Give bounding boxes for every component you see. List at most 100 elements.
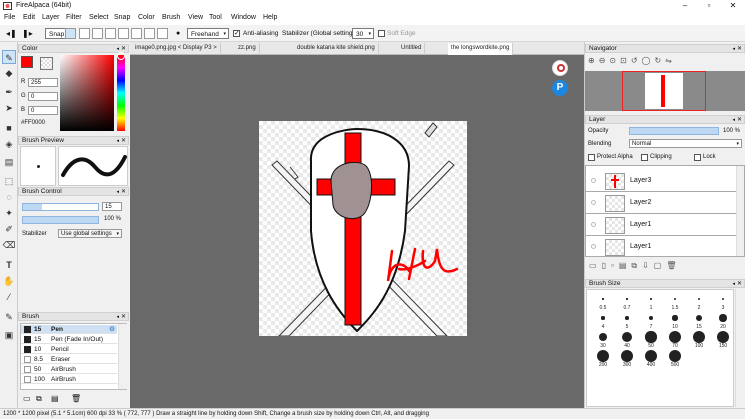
menu-snap[interactable]: Snap — [114, 14, 130, 21]
visibility-icon[interactable] — [591, 244, 596, 249]
clipping-checkbox[interactable] — [641, 154, 648, 161]
delete-brush-icon[interactable]: 🗑 — [71, 394, 81, 403]
protect-alpha-checkbox[interactable] — [588, 154, 595, 161]
brush-size-dot[interactable] — [621, 331, 633, 343]
brush-size-scrollbar[interactable] — [735, 289, 744, 407]
brush-list-item[interactable]: 50 AirBrush — [21, 365, 117, 374]
clear-layer-icon[interactable]: ▢ — [654, 261, 667, 270]
snap-vanish-icon[interactable] — [105, 28, 116, 39]
duplicate-layer-icon[interactable]: ⧉ — [631, 261, 642, 270]
brush-size-dot[interactable] — [598, 332, 608, 342]
menu-view[interactable]: View — [188, 14, 203, 21]
brush-size-dot[interactable] — [601, 316, 605, 320]
folder-icon[interactable]: ▤ — [51, 394, 59, 403]
brush-size-dot[interactable] — [626, 298, 628, 300]
add-brush-icon[interactable]: ▭ — [23, 394, 31, 403]
select-pen-icon[interactable]: ✐ — [2, 222, 16, 236]
blending-select[interactable]: Normal ▾ — [629, 139, 742, 148]
brush-size-dot[interactable] — [625, 316, 629, 320]
brush-size-slider[interactable] — [22, 203, 99, 211]
hue-slider[interactable] — [117, 55, 125, 131]
visibility-icon[interactable] — [591, 178, 596, 183]
layer-opacity-slider[interactable] — [629, 127, 719, 135]
tab-zz[interactable]: zz.png — [235, 43, 260, 55]
fit-icon[interactable]: ⊙ — [609, 56, 620, 65]
gradient-tool-icon[interactable]: ▤ — [2, 155, 16, 169]
brush-size-dot[interactable] — [721, 297, 725, 301]
gear-icon[interactable]: ⚙ — [109, 325, 115, 334]
select-tool-icon[interactable]: ⬚ — [2, 174, 16, 188]
brush-size-dot[interactable] — [621, 350, 633, 362]
menu-window[interactable]: Window — [231, 14, 256, 21]
menu-help[interactable]: Help — [263, 14, 277, 21]
brush-size-input[interactable]: 15 — [102, 202, 122, 211]
delete-layer-icon[interactable]: 🗑 — [666, 261, 681, 270]
minimize-button[interactable]: – — [673, 0, 697, 12]
saturation-value-picker[interactable] — [60, 55, 114, 131]
close-icon[interactable]: ✕ — [121, 137, 126, 145]
menu-color[interactable]: Color — [138, 14, 155, 21]
reset-icon[interactable]: ◯ — [642, 56, 655, 65]
snap-parallel-icon[interactable] — [79, 28, 90, 39]
b-input[interactable]: 0 — [28, 106, 58, 115]
brush-list-item[interactable]: 8.5 Eraser — [21, 355, 117, 364]
rectangle-tool-icon[interactable]: ■ — [2, 121, 16, 135]
tab-image0[interactable]: image0.png.jpg < Display P3 > — [132, 43, 221, 55]
view-rotate-icon[interactable]: ▣ — [2, 328, 16, 342]
close-icon[interactable]: ✕ — [737, 45, 742, 53]
close-icon[interactable]: ✕ — [121, 188, 126, 196]
brush-size-dot[interactable] — [648, 315, 654, 321]
brush-size-dot[interactable] — [645, 350, 657, 362]
brush-opacity-slider[interactable] — [22, 216, 99, 224]
layer-row[interactable]: Layer1 — [586, 215, 743, 236]
stabilizer-select[interactable]: Use global settings ▾ — [58, 229, 122, 238]
next-icon[interactable]: ❚▸ — [22, 28, 33, 39]
select-eraser-icon[interactable]: ⌫ — [2, 238, 16, 252]
new-1bit-layer-icon[interactable]: ▫ — [611, 261, 619, 270]
layer-folder-icon[interactable]: ▤ — [619, 261, 632, 270]
snap-radial-icon[interactable] — [118, 28, 129, 39]
stroke-tool-icon[interactable]: ✎ — [2, 310, 16, 324]
share-icon[interactable]: P — [552, 80, 568, 96]
magic-wand-icon[interactable]: ✦ — [2, 206, 16, 220]
menu-tool[interactable]: Tool — [209, 14, 222, 21]
brush-size-dot[interactable] — [602, 298, 604, 300]
pen-tool-icon[interactable]: ✎ — [2, 50, 16, 64]
actual-size-icon[interactable]: ⊡ — [620, 56, 631, 65]
tab-double-katana[interactable]: double katana kite shield.png — [294, 43, 379, 55]
hue-slider-handle[interactable] — [117, 52, 125, 60]
background-color-swatch[interactable] — [40, 57, 53, 70]
duplicate-brush-icon[interactable]: ⧉ — [36, 394, 42, 404]
eraser-tool-icon[interactable]: ◆ — [2, 66, 16, 80]
visibility-icon[interactable] — [591, 200, 596, 205]
g-input[interactable]: 0 — [28, 92, 58, 101]
prev-icon[interactable]: ◂❚ — [6, 28, 17, 39]
brush-size-dot[interactable] — [669, 331, 681, 343]
close-icon[interactable]: ✕ — [121, 313, 126, 321]
snap-curve-icon[interactable] — [144, 28, 155, 39]
drawing-canvas[interactable] — [259, 121, 467, 337]
zoom-out-icon[interactable]: ⊖ — [599, 56, 610, 65]
menu-filter[interactable]: Filter — [66, 14, 82, 21]
maximize-button[interactable]: ▫ — [697, 0, 721, 12]
menu-file[interactable]: File — [4, 14, 15, 21]
brush-size-dot[interactable] — [645, 331, 657, 343]
brush-list-scrollbar[interactable] — [118, 324, 127, 389]
layer-row[interactable]: Layer1 — [586, 237, 743, 256]
brush-size-grid[interactable]: 0.5 0.7 1 1.5 2 3 4 5 7 10 15 20 30 40 50 70 100 150 200 30… — [586, 289, 734, 407]
brush-list-item[interactable]: 100 AirBrush — [21, 375, 117, 384]
menu-edit[interactable]: Edit — [23, 14, 35, 21]
move-tool-icon[interactable]: ➤ — [2, 101, 16, 115]
menu-layer[interactable]: Layer — [42, 14, 60, 21]
new-layer-icon[interactable]: ▭ — [589, 261, 602, 270]
brush-size-dot[interactable] — [719, 314, 727, 322]
eyedropper-tool-icon[interactable]: ⁄ — [2, 290, 16, 304]
navigator-preview[interactable] — [585, 71, 745, 111]
snap-off-icon[interactable] — [65, 28, 76, 39]
menu-brush[interactable]: Brush — [162, 14, 180, 21]
tab-untitled[interactable]: Untitled — [398, 43, 426, 55]
brush-size-dot[interactable] — [597, 350, 609, 362]
avatar-icon[interactable] — [552, 60, 568, 76]
menu-select[interactable]: Select — [89, 14, 108, 21]
foreground-color-swatch[interactable] — [21, 56, 33, 68]
